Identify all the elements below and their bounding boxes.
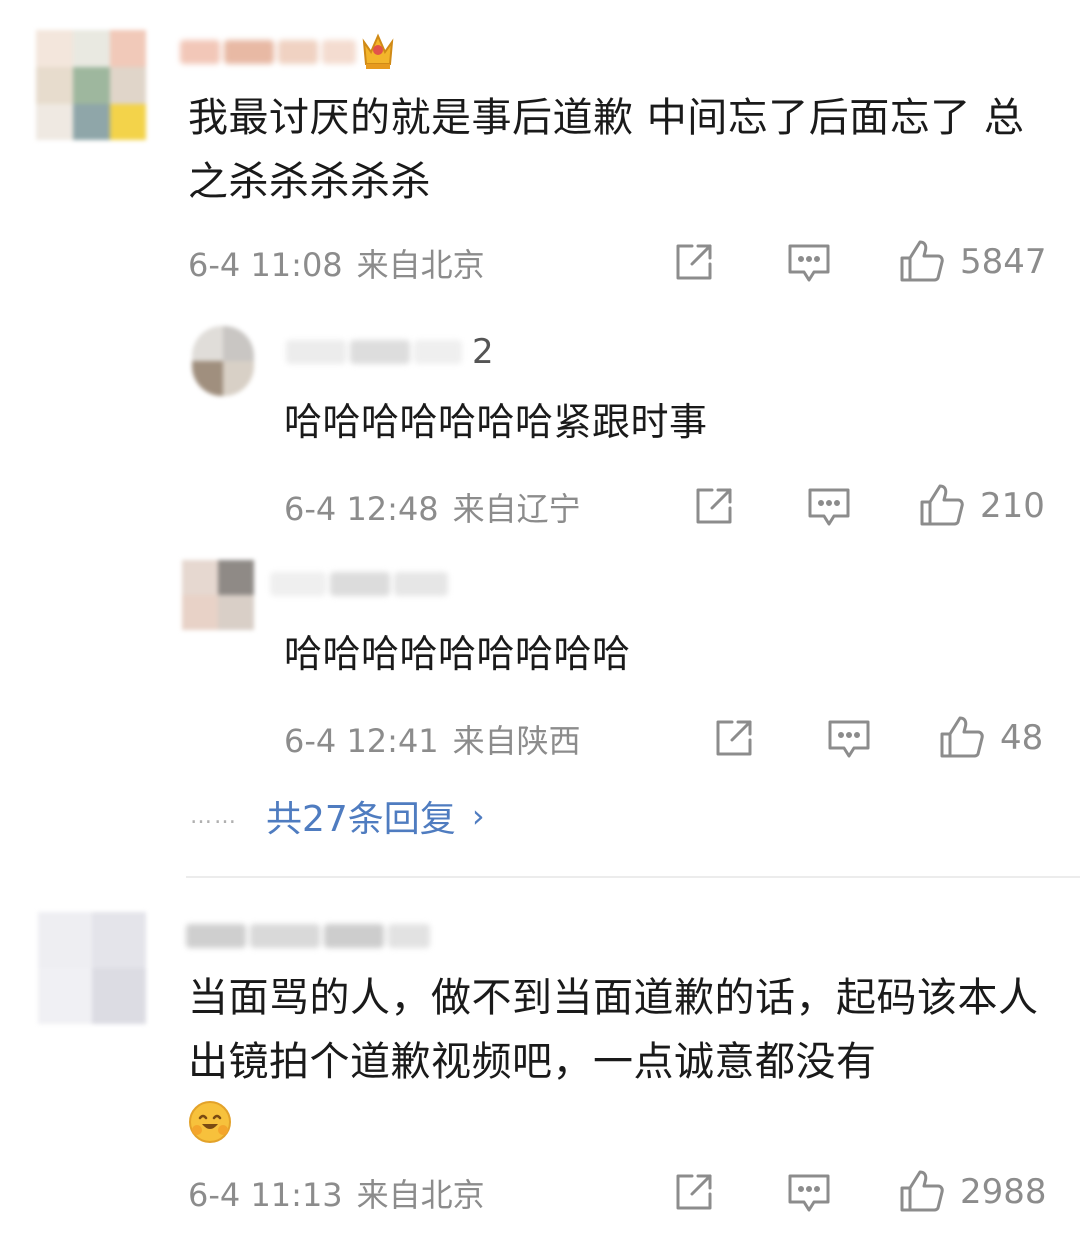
smiling-hug-emoji [188,1100,232,1148]
comment-text: 当面骂的人，做不到当面道歉的话，起码该本人出镜拍个道歉视频吧，一点诚意都没有 [188,975,1039,1085]
share-icon [672,1170,716,1214]
comment-meta: 6-4 11:13 来自北京 [188,1170,485,1216]
share-button[interactable] [672,1170,716,1214]
like-count: 2988 [960,1172,1047,1212]
like-button[interactable]: 2988 [898,1168,1047,1216]
comment-2: 当面骂的人，做不到当面道歉的话，起码该本人出镜拍个道歉视频吧，一点诚意都没有 6… [0,0,1080,1235]
timestamp: 6-4 11:13 [188,1176,343,1214]
comment-icon [786,1170,832,1216]
username-blurred[interactable] [186,918,432,954]
avatar[interactable] [38,912,146,1024]
location: 来自北京 [356,1176,485,1214]
comment-button[interactable] [786,1170,832,1216]
thumbs-up-icon [898,1168,946,1216]
